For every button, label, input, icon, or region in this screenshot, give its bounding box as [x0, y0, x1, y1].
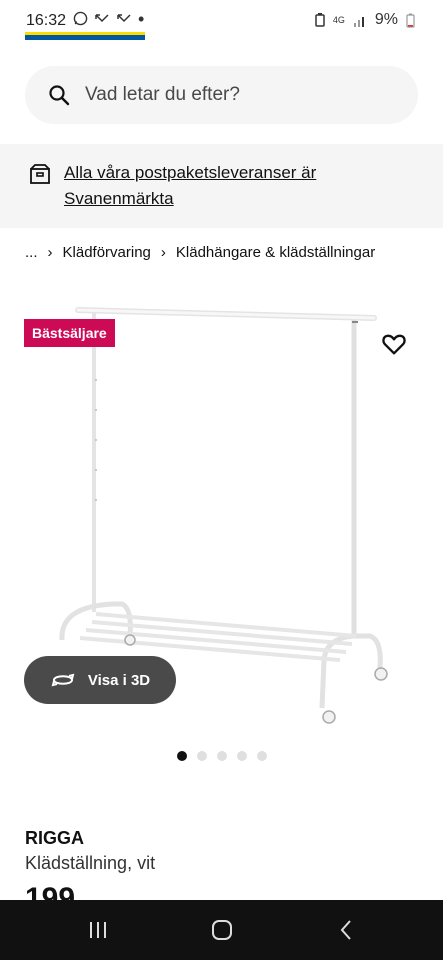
chevron-right-icon: ›	[47, 244, 53, 261]
breadcrumb-item-kladforvaring[interactable]: Klädförvaring	[63, 244, 151, 261]
delivery-box-icon	[30, 164, 50, 184]
breadcrumb-ellipsis[interactable]: ...	[25, 244, 38, 261]
carousel-dot-2[interactable]	[197, 751, 207, 761]
image-carousel-dots	[177, 751, 267, 761]
home-icon[interactable]	[206, 914, 238, 946]
promo-link[interactable]: Alla våra postpaketsleveranser är Svanen…	[64, 160, 414, 212]
chevron-right-icon: ›	[160, 244, 166, 261]
bestseller-badge: Bästsäljare	[24, 319, 115, 347]
battery-saver-icon	[315, 13, 325, 27]
signal-icon	[353, 16, 364, 27]
notification-icons: •	[73, 8, 145, 29]
status-time: 16:32	[26, 12, 67, 29]
whatsapp-icon	[73, 11, 88, 26]
view-3d-button[interactable]: Visa i 3D	[24, 656, 176, 704]
status-right: 4G 9%	[315, 11, 415, 29]
carousel-dot-4[interactable]	[237, 751, 247, 761]
search-input[interactable]	[85, 84, 385, 106]
rotate-3d-icon	[51, 673, 75, 687]
brand-stripe	[25, 32, 145, 40]
carousel-dot-3[interactable]	[217, 751, 227, 761]
battery-icon	[406, 13, 415, 28]
breadcrumb: ... › Klädförvaring › Klädhängare & kläd…	[25, 244, 375, 261]
battery-percent: 9%	[374, 11, 398, 28]
recent-apps-icon[interactable]	[82, 914, 114, 946]
heart-icon[interactable]	[380, 330, 408, 358]
missed-call-icon-2	[117, 13, 131, 22]
system-nav-bar	[0, 900, 443, 960]
status-bar: 16:32 • 4G 9%	[0, 0, 443, 42]
search-icon	[49, 85, 70, 106]
breadcrumb-item-kladhangare[interactable]: Klädhängare & klädställningar	[176, 244, 375, 261]
back-icon[interactable]	[330, 914, 362, 946]
carousel-dot-1[interactable]	[177, 751, 187, 761]
carousel-dot-5[interactable]	[257, 751, 267, 761]
view-3d-label: Visa i 3D	[87, 671, 151, 689]
search-box[interactable]	[25, 66, 418, 124]
more-notifications-dot: •	[138, 8, 145, 29]
network-label: 4G	[332, 15, 345, 25]
missed-call-icon	[95, 13, 109, 22]
product-description: Klädställning, vit	[25, 853, 156, 873]
promo-banner[interactable]: Alla våra postpaketsleveranser är Svanen…	[0, 144, 443, 228]
product-name: RIGGA	[25, 828, 85, 848]
